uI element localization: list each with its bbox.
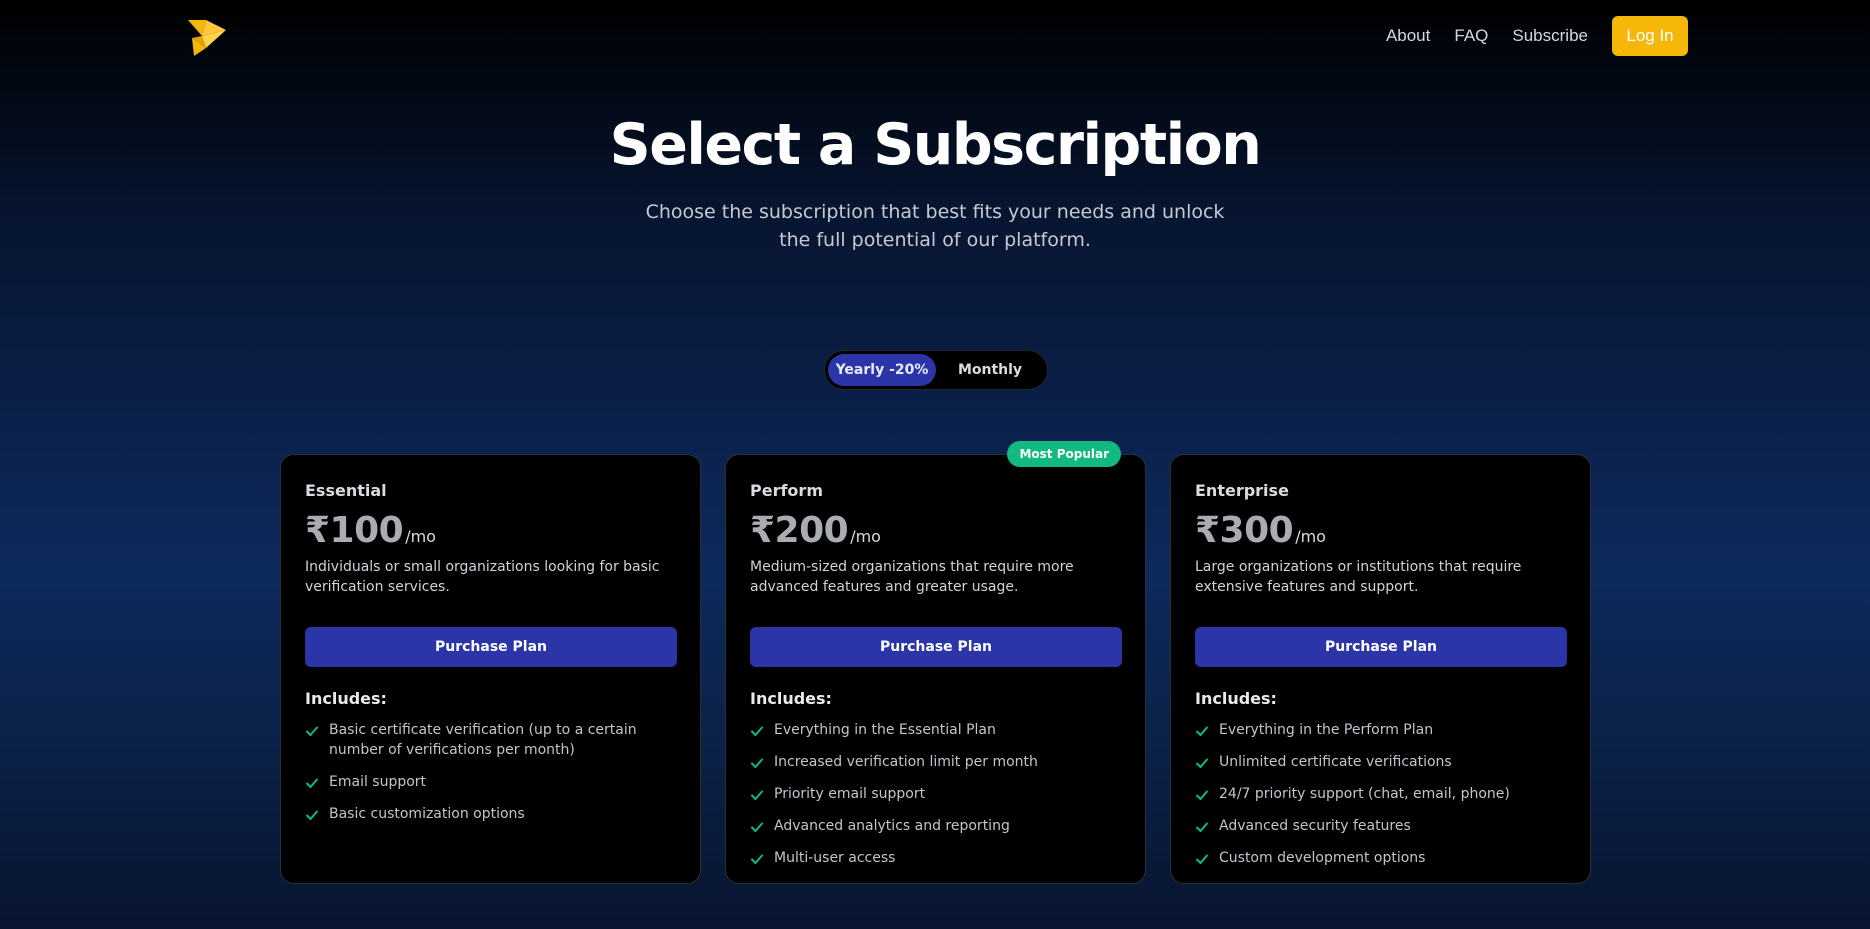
plan-period: /mo	[850, 527, 881, 546]
toggle-yearly[interactable]: Yearly -20%	[828, 354, 936, 386]
nav-subscribe-link[interactable]: Subscribe	[1512, 26, 1588, 46]
billing-toggle: Yearly -20% Monthly	[824, 350, 1048, 390]
plan-name: Perform	[750, 481, 823, 500]
feature-text: Email support	[329, 774, 427, 790]
feature-list: Basic certificate verification (up to a …	[305, 720, 676, 824]
feature-list: Everything in the Perform Plan Unlimited…	[1195, 720, 1566, 868]
plan-description: Large organizations or institutions that…	[1195, 559, 1522, 595]
includes-heading: Includes:	[1195, 689, 1277, 708]
list-item: Priority email support	[750, 784, 1121, 804]
plan-period: /mo	[1295, 527, 1326, 546]
price-row: ₹200 /mo	[750, 510, 1121, 551]
list-item: Multi-user access	[750, 848, 1121, 868]
check-icon	[751, 758, 763, 768]
list-item: Email support	[305, 772, 676, 792]
purchase-plan-button[interactable]: Purchase Plan	[1195, 627, 1567, 667]
plan-card-enterprise: Enterprise ₹300 /mo Large organizations …	[1170, 454, 1591, 884]
list-item: Advanced security features	[1195, 816, 1566, 836]
page-subtitle: Choose the subscription that best fits y…	[645, 201, 1225, 251]
plan-name: Enterprise	[1195, 481, 1289, 500]
feature-text: Custom development options	[1219, 850, 1426, 866]
list-item: Basic certificate verification (up to a …	[305, 720, 676, 760]
check-icon	[306, 778, 318, 788]
feature-text: Advanced security features	[1219, 818, 1411, 834]
feature-list: Everything in the Essential Plan Increas…	[750, 720, 1121, 868]
plan-card-essential: Essential ₹100 /mo Individuals or small …	[280, 454, 701, 884]
list-item: Custom development options	[1195, 848, 1566, 868]
check-icon	[751, 854, 763, 864]
feature-text: Everything in the Perform Plan	[1219, 722, 1434, 738]
toggle-monthly[interactable]: Monthly	[936, 354, 1044, 386]
check-icon	[1196, 790, 1208, 800]
bird-logo-icon[interactable]	[186, 16, 228, 58]
nav-links: About FAQ Subscribe Log In	[1386, 16, 1870, 56]
plan-card-perform: Most Popular Perform ₹200 /mo Medium-siz…	[725, 441, 1146, 884]
list-item: Everything in the Perform Plan	[1195, 720, 1566, 740]
check-icon	[1196, 822, 1208, 832]
top-nav: About FAQ Subscribe Log In	[0, 0, 1870, 72]
plan-description: Individuals or small organizations looki…	[305, 559, 660, 595]
price-row: ₹300 /mo	[1195, 510, 1566, 551]
check-icon	[751, 726, 763, 736]
feature-text: Basic customization options	[329, 806, 525, 822]
price-row: ₹100 /mo	[305, 510, 676, 551]
list-item: Increased verification limit per month	[750, 752, 1121, 772]
plan-price: ₹100	[305, 510, 404, 551]
check-icon	[1196, 758, 1208, 768]
list-item: 24/7 priority support (chat, email, phon…	[1195, 784, 1566, 804]
plan-name: Essential	[305, 481, 387, 500]
feature-text: Priority email support	[774, 786, 926, 802]
plan-period: /mo	[405, 527, 436, 546]
includes-heading: Includes:	[750, 689, 832, 708]
feature-text: Everything in the Essential Plan	[774, 722, 996, 738]
purchase-plan-button[interactable]: Purchase Plan	[305, 627, 677, 667]
feature-text: Multi-user access	[774, 850, 896, 866]
nav-faq-link[interactable]: FAQ	[1454, 26, 1488, 46]
purchase-plan-button[interactable]: Purchase Plan	[750, 627, 1122, 667]
check-icon	[751, 790, 763, 800]
nav-about-link[interactable]: About	[1386, 26, 1430, 46]
feature-text: Advanced analytics and reporting	[774, 818, 1010, 834]
most-popular-badge: Most Popular	[1007, 441, 1121, 467]
check-icon	[751, 822, 763, 832]
check-icon	[1196, 854, 1208, 864]
list-item: Advanced analytics and reporting	[750, 816, 1121, 836]
check-icon	[306, 726, 318, 736]
feature-text: Basic certificate verification (up to a …	[329, 722, 637, 758]
list-item: Basic customization options	[305, 804, 676, 824]
feature-text: 24/7 priority support (chat, email, phon…	[1219, 786, 1510, 802]
feature-text: Unlimited certificate verifications	[1219, 754, 1452, 770]
feature-text: Increased verification limit per month	[774, 754, 1038, 770]
check-icon	[306, 810, 318, 820]
check-icon	[1196, 726, 1208, 736]
plan-description: Medium-sized organizations that require …	[750, 559, 1074, 595]
plan-price: ₹200	[750, 510, 849, 551]
list-item: Everything in the Essential Plan	[750, 720, 1121, 740]
plan-price: ₹300	[1195, 510, 1294, 551]
includes-heading: Includes:	[305, 689, 387, 708]
list-item: Unlimited certificate verifications	[1195, 752, 1566, 772]
login-button[interactable]: Log In	[1612, 16, 1688, 56]
page-title: Select a Subscription	[609, 112, 1262, 178]
